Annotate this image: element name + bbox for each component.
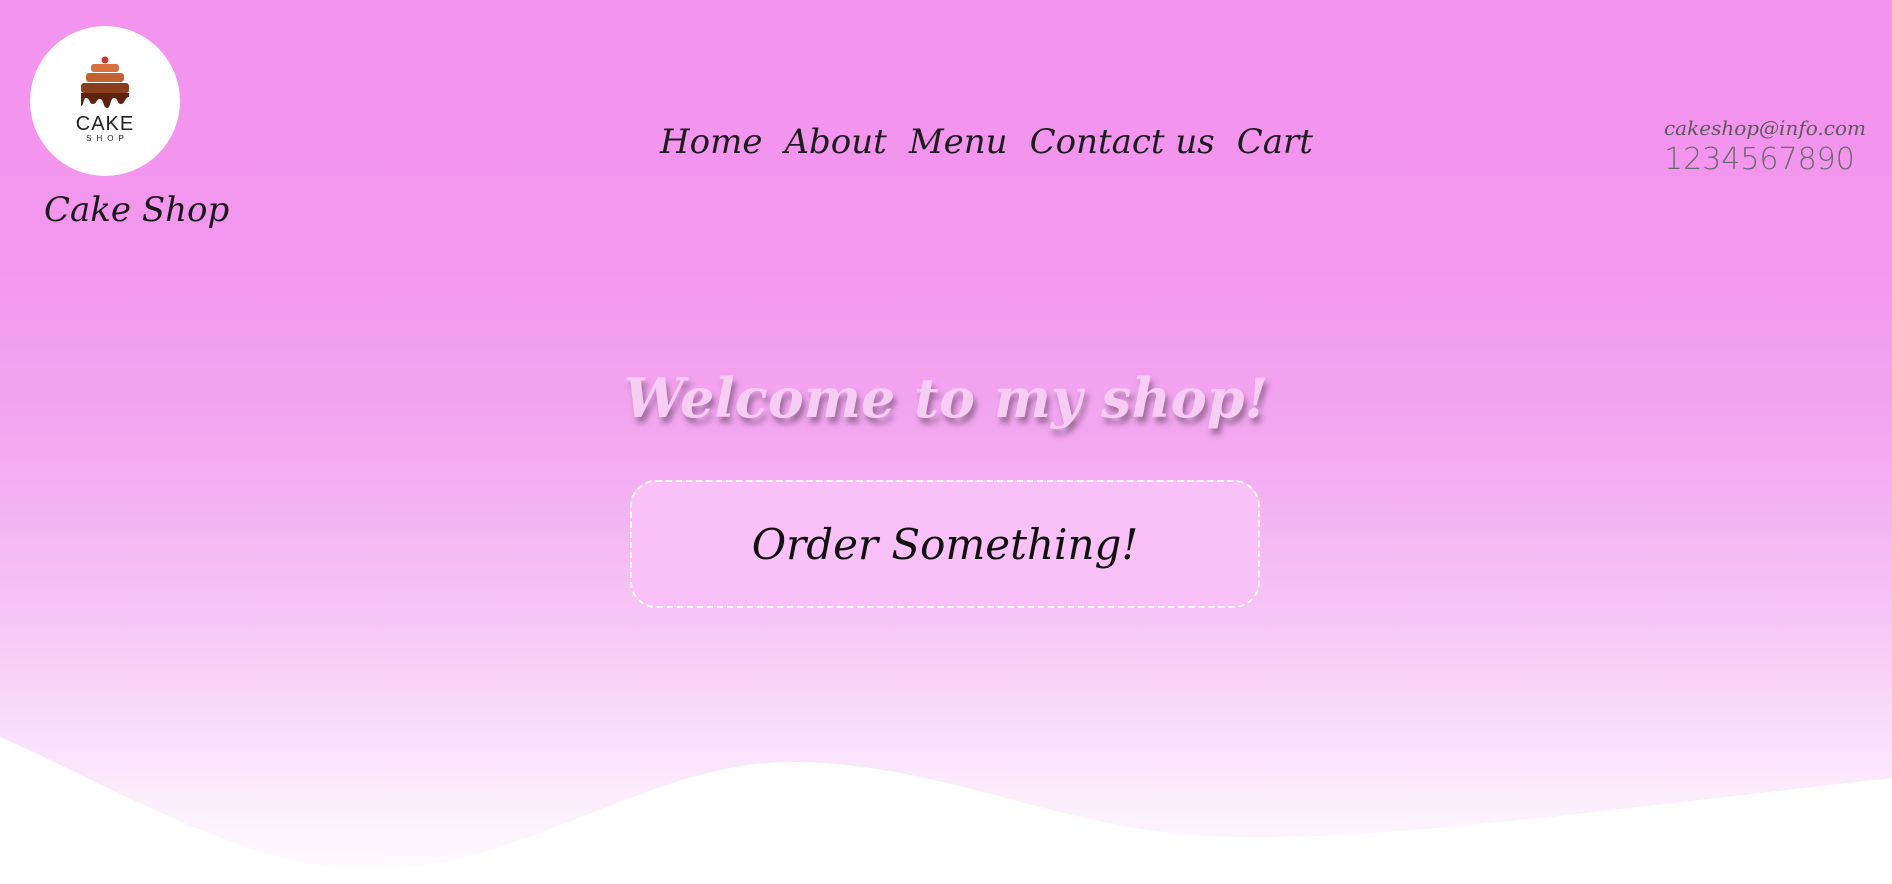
logo-subtitle: SHOP	[86, 133, 129, 143]
nav-about[interactable]: About	[784, 122, 886, 162]
nav-contact-us[interactable]: Contact us	[1030, 122, 1215, 162]
logo[interactable]: CAKE SHOP	[30, 26, 180, 176]
contact-phone[interactable]: 1234567890	[1664, 142, 1866, 177]
hero-title: Welcome to my shop!	[623, 366, 1269, 430]
nav-home[interactable]: Home	[660, 122, 762, 162]
order-button-label: Order Something!	[751, 519, 1139, 569]
cake-icon	[81, 56, 129, 108]
logo-word: CAKE	[75, 112, 135, 135]
nav-menu[interactable]: Menu	[909, 122, 1008, 162]
contact-info: cakeshop@info.com 1234567890	[1664, 116, 1866, 177]
main-nav: Home About Menu Contact us Cart	[660, 122, 1313, 162]
order-button[interactable]: Order Something!	[630, 480, 1260, 608]
nav-cart[interactable]: Cart	[1237, 122, 1313, 162]
brand-name[interactable]: Cake Shop	[44, 190, 229, 230]
contact-email[interactable]: cakeshop@info.com	[1664, 116, 1866, 140]
